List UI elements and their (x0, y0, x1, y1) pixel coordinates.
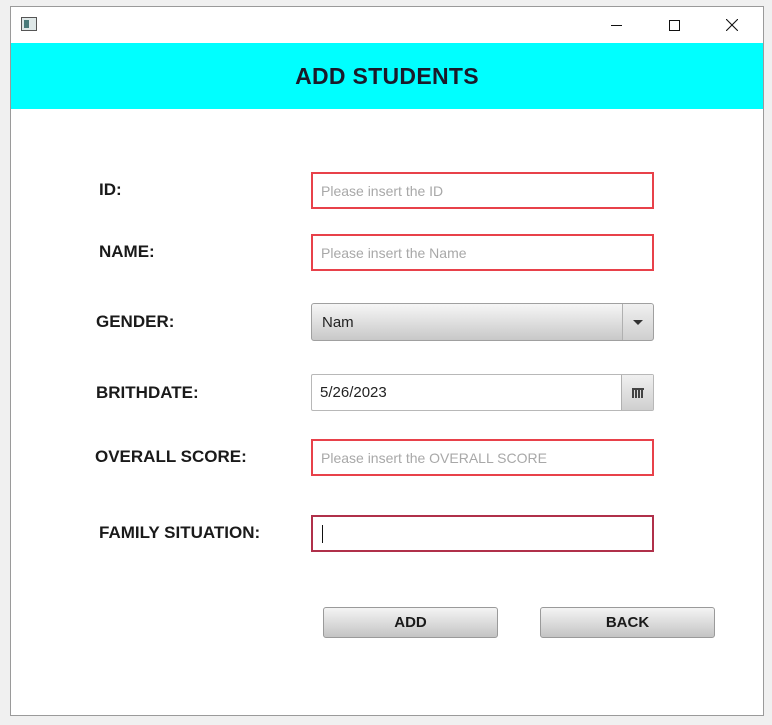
calendar-icon (631, 387, 644, 398)
overall-score-input[interactable] (311, 439, 654, 476)
id-label: ID: (99, 180, 122, 199)
minimize-button[interactable] (593, 7, 639, 43)
page-title: ADD STUDENTS (295, 62, 479, 89)
app-icon (21, 17, 37, 31)
close-icon (726, 19, 738, 31)
calendar-button[interactable] (621, 375, 653, 410)
name-label: NAME: (99, 242, 155, 261)
birthdate-picker[interactable]: 5/26/2023 (311, 374, 654, 411)
back-button[interactable]: BACK (540, 607, 715, 638)
name-input[interactable] (311, 234, 654, 271)
dropdown-arrow-button[interactable] (622, 304, 653, 340)
gender-select[interactable]: Nam (311, 303, 654, 341)
text-caret (322, 525, 323, 543)
maximize-icon (668, 19, 680, 31)
title-bar[interactable] (11, 7, 763, 43)
app-window: ADD STUDENTS ID: NAME: GENDER: Nam BRITH… (10, 6, 764, 716)
family-situation-input[interactable] (311, 515, 654, 552)
maximize-button[interactable] (651, 7, 697, 43)
chevron-down-icon (633, 319, 643, 325)
add-button[interactable]: ADD (323, 607, 498, 638)
gender-label: GENDER: (96, 312, 175, 331)
id-input[interactable] (311, 172, 654, 209)
gender-selected-value: Nam (322, 313, 354, 331)
header-banner: ADD STUDENTS (11, 43, 763, 109)
family-situation-label: FAMILY SITUATION: (99, 523, 261, 542)
birthdate-label: BRITHDATE: (96, 383, 199, 402)
close-button[interactable] (709, 7, 755, 43)
birthdate-value[interactable]: 5/26/2023 (320, 384, 621, 401)
overall-score-label: OVERALL SCORE: (95, 447, 247, 466)
minimize-icon (610, 24, 622, 26)
